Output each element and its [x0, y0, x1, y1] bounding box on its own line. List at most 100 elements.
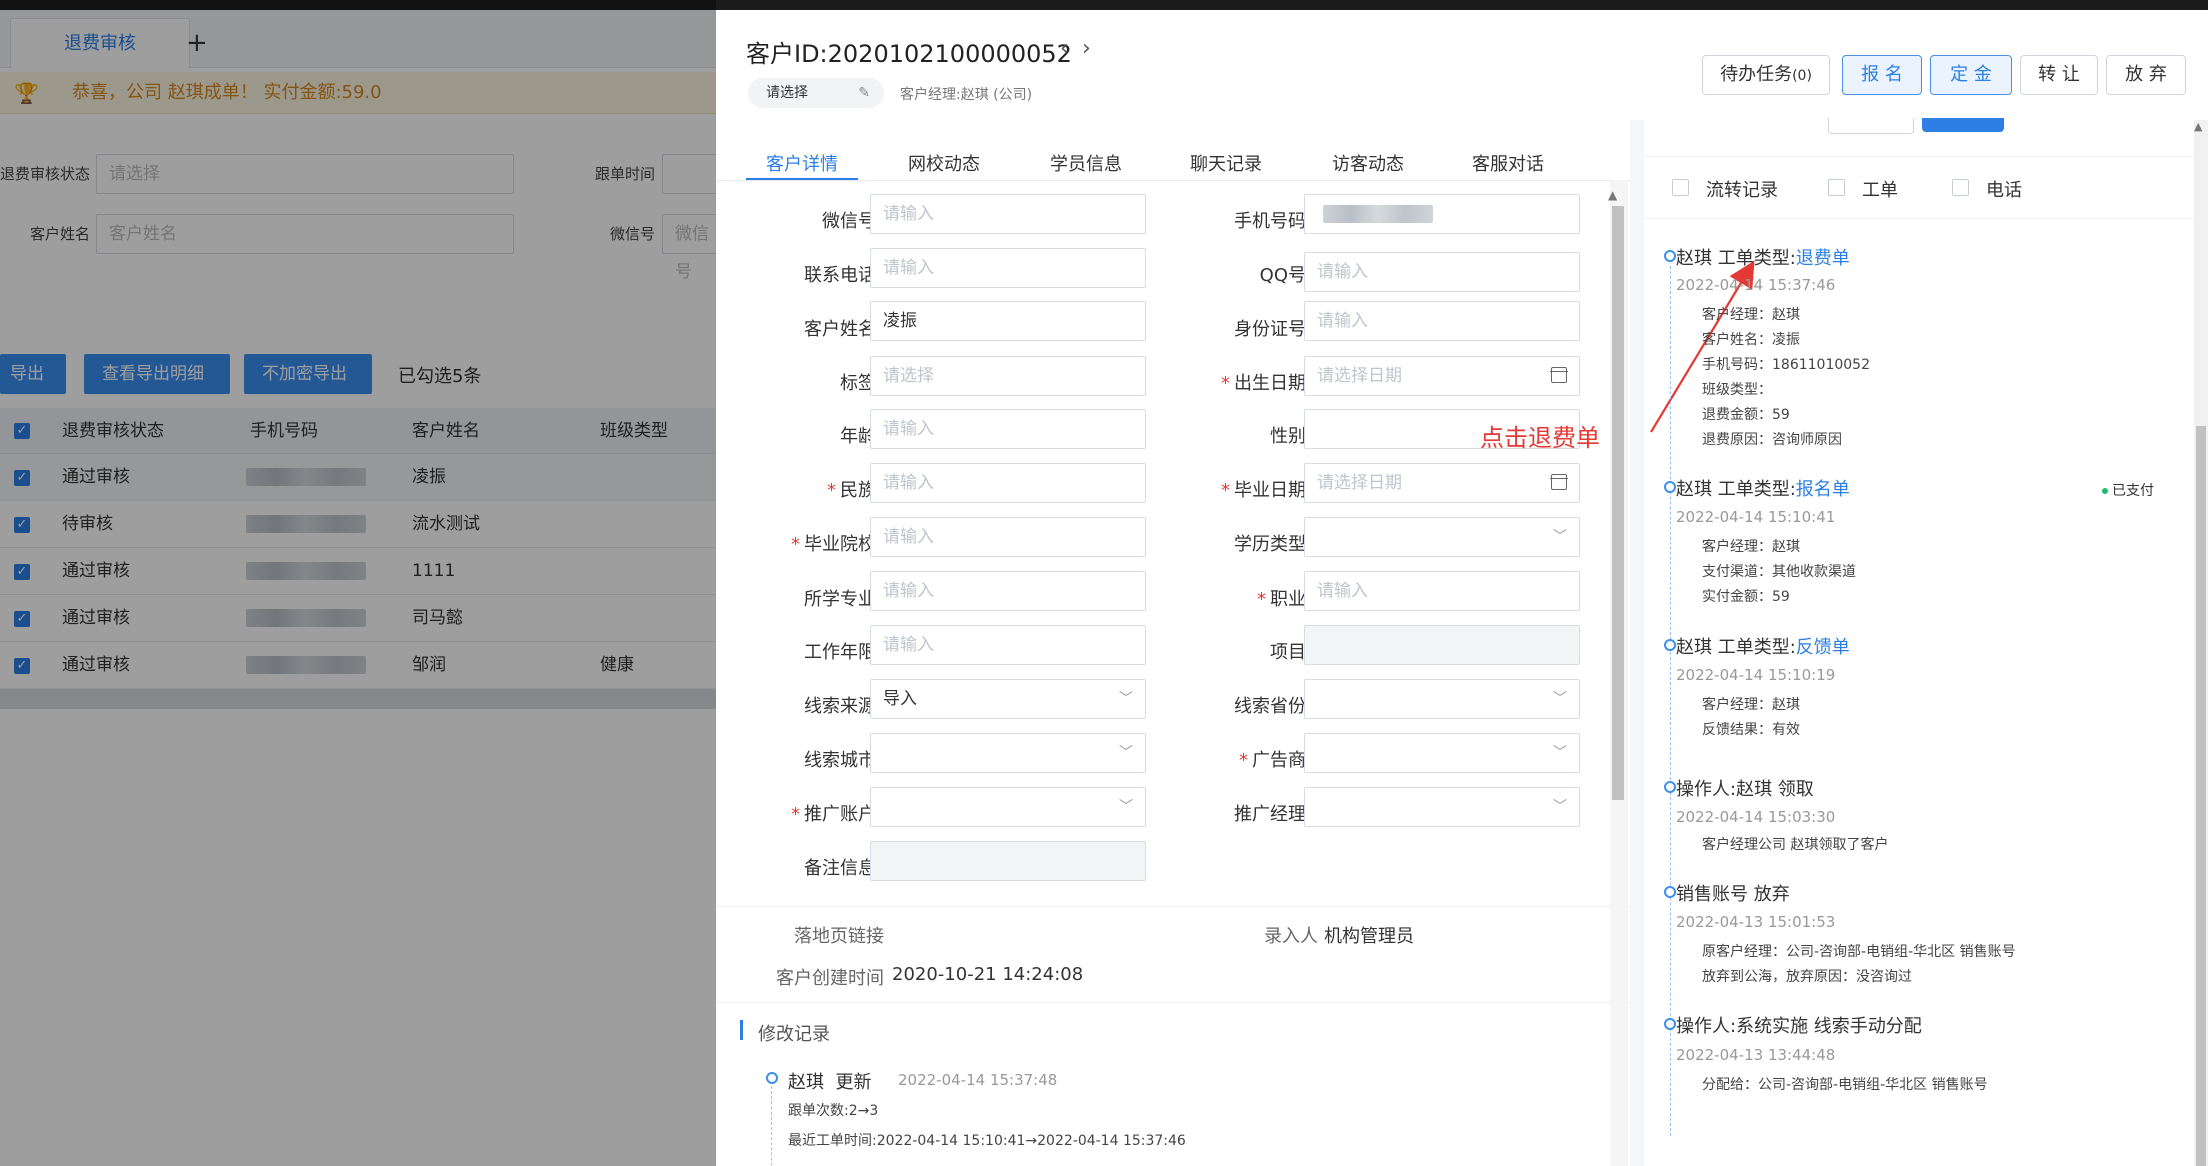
grad-date-picker[interactable]: 请选择日期	[1304, 463, 1580, 503]
enroll-ticket-link[interactable]: 报名单	[1796, 479, 1850, 500]
work-years-input[interactable]: 请输入	[870, 625, 1146, 665]
customer-detail-drawer: 客户ID:2020102100000052 ‹ › 请选择 ✎ 客户经理:赵琪 …	[716, 10, 2208, 1166]
customer-name-input[interactable]: 凌振	[870, 301, 1146, 341]
edit-icon[interactable]: ✎	[858, 78, 870, 108]
major-input[interactable]: 请输入	[870, 571, 1146, 611]
remark-input[interactable]	[870, 841, 1146, 881]
chevron-down-icon: ﹀	[1553, 529, 1567, 545]
required-mark: *	[827, 480, 836, 501]
age-label: 年龄	[840, 426, 876, 447]
history-dot	[766, 1072, 778, 1084]
ethnicity-label: * 民族	[827, 480, 876, 501]
timeline-item-time: 2022-04-13 13:44:48	[1676, 1046, 1836, 1064]
history-time: 2022-04-14 15:37:48	[898, 1071, 1058, 1089]
scroll-up-icon[interactable]: ▲	[2194, 120, 2202, 133]
lead-city-select[interactable]: ﹀	[870, 733, 1146, 773]
next-arrow-icon[interactable]: ›	[1082, 36, 1091, 61]
school-input[interactable]: 请输入	[870, 517, 1146, 557]
scroll-up-icon[interactable]: ▲	[1608, 188, 1617, 202]
timeline-item-title: 赵琪 工单类型:反馈单	[1676, 637, 1850, 658]
refund-ticket-link[interactable]: 退费单	[1796, 248, 1850, 269]
transfer-button[interactable]: 转 让	[2020, 55, 2098, 95]
tab-service-chat[interactable]: 客服对话	[1472, 140, 1544, 190]
give-up-button[interactable]: 放 弃	[2106, 55, 2186, 95]
tag-label: 标签	[840, 373, 876, 394]
birthday-label: * 出生日期	[1221, 373, 1306, 394]
timeline-item-title: 赵琪 工单类型:报名单	[1676, 479, 1850, 500]
created-time-label: 客户创建时间	[776, 968, 884, 989]
job-input[interactable]: 请输入	[1304, 571, 1580, 611]
timeline-item-detail: 手机号码：18611010052	[1702, 357, 1870, 373]
filter-ticket-checkbox[interactable]	[1828, 179, 1845, 196]
id-card-label: 身份证号	[1234, 319, 1306, 340]
lead-source-select[interactable]: 导入 ﹀	[870, 679, 1146, 719]
hidden-button[interactable]	[1828, 118, 1914, 134]
tag-select[interactable]: 请选择	[870, 356, 1146, 396]
id-card-input[interactable]: 请输入	[1304, 301, 1580, 341]
deposit-button[interactable]: 定 金	[1930, 55, 2012, 95]
filter-phone-checkbox[interactable]	[1952, 179, 1969, 196]
timeline-item-detail: 退费金额：59	[1702, 407, 1790, 423]
filter-transfer-checkbox[interactable]	[1672, 179, 1689, 196]
timeline-item-title: 操作人:赵琪 领取	[1676, 779, 1814, 800]
age-input[interactable]: 请输入	[870, 409, 1146, 449]
tab-chat-records[interactable]: 聊天记录	[1190, 140, 1262, 190]
contact-phone-input[interactable]: 请输入	[870, 248, 1146, 288]
enroll-button[interactable]: 报 名	[1842, 55, 1922, 95]
timeline-item-detail: 支付渠道：其他收款渠道	[1702, 564, 1856, 580]
entered-by: 机构管理员	[1324, 926, 1414, 947]
right-panel-divider	[1644, 218, 2194, 219]
phone-label: 手机号码	[1234, 211, 1306, 232]
hidden-primary-button[interactable]	[1922, 118, 2004, 132]
timeline-item-time: 2022-04-14 15:03:30	[1676, 808, 1836, 826]
section-marker	[740, 1020, 743, 1040]
tab-visitor-activity[interactable]: 访客动态	[1332, 140, 1404, 190]
filter-ticket-label: 工单	[1862, 180, 1898, 201]
timeline-item-title: 销售账号 放弃	[1676, 884, 1790, 905]
feedback-ticket-link[interactable]: 反馈单	[1796, 637, 1850, 658]
chevron-down-icon: ﹀	[1553, 745, 1567, 761]
timeline-item-detail: 客户经理：赵琪	[1702, 697, 1800, 713]
promo-manager-select[interactable]: ﹀	[1304, 787, 1580, 827]
timeline-item-detail: 原客户经理：公司-咨询部-电销组-华北区 销售账号	[1702, 944, 2016, 960]
masked-phone	[1323, 205, 1433, 223]
school-label: * 毕业院校	[791, 534, 876, 555]
tab-school-activity[interactable]: 网校动态	[908, 140, 980, 190]
status-select[interactable]: 请选择 ✎	[748, 78, 884, 108]
wechat-label: 微信号	[822, 211, 876, 232]
modal-overlay[interactable]	[0, 0, 716, 1166]
section-divider	[716, 1002, 1630, 1003]
edu-type-select[interactable]: ﹀	[1304, 517, 1580, 557]
pending-tasks-button[interactable]: 待办任务(0)	[1702, 55, 1830, 95]
major-label: 所学专业	[804, 589, 876, 610]
timeline-item-time: 2022-04-14 15:10:41	[1676, 508, 1836, 526]
promo-account-select[interactable]: ﹀	[870, 787, 1146, 827]
customer-id: 客户ID:2020102100000052	[746, 40, 1072, 68]
promo-manager-label: 推广经理	[1234, 804, 1306, 825]
phone-input[interactable]	[1304, 194, 1580, 234]
tabs-divider	[716, 180, 1630, 181]
lead-province-select[interactable]: ﹀	[1304, 679, 1580, 719]
tab-student-info[interactable]: 学员信息	[1050, 140, 1122, 190]
wechat-input[interactable]: 请输入	[870, 194, 1146, 234]
edu-type-label: 学历类型	[1234, 534, 1306, 555]
right-scrollbar-thumb[interactable]	[2196, 426, 2206, 1166]
prev-arrow-icon[interactable]: ‹	[1060, 36, 1069, 61]
chevron-down-icon: ﹀	[1553, 799, 1567, 815]
chevron-down-icon: ﹀	[1119, 745, 1133, 761]
history-title: 修改记录	[758, 1024, 830, 1045]
form-scrollbar-thumb[interactable]	[1612, 206, 1624, 800]
required-mark: *	[1239, 750, 1248, 771]
advertiser-select[interactable]: ﹀	[1304, 733, 1580, 773]
project-input[interactable]	[1304, 625, 1580, 665]
birthday-date-picker[interactable]: 请选择日期	[1304, 356, 1580, 396]
timeline-item-detail: 退费原因：咨询师原因	[1702, 432, 1842, 448]
tab-customer-detail[interactable]: 客户详情	[766, 140, 838, 190]
right-scrollbar-track[interactable]: ▲	[2194, 120, 2208, 1166]
panel-divider	[1630, 120, 1644, 1166]
timeline-item-title: 操作人:系统实施 线索手动分配	[1676, 1016, 1922, 1037]
qq-input[interactable]: 请输入	[1304, 252, 1580, 292]
timeline-item-detail: 反馈结果：有效	[1702, 722, 1800, 738]
chevron-down-icon: ﹀	[1119, 691, 1133, 707]
ethnicity-input[interactable]: 请输入	[870, 463, 1146, 503]
